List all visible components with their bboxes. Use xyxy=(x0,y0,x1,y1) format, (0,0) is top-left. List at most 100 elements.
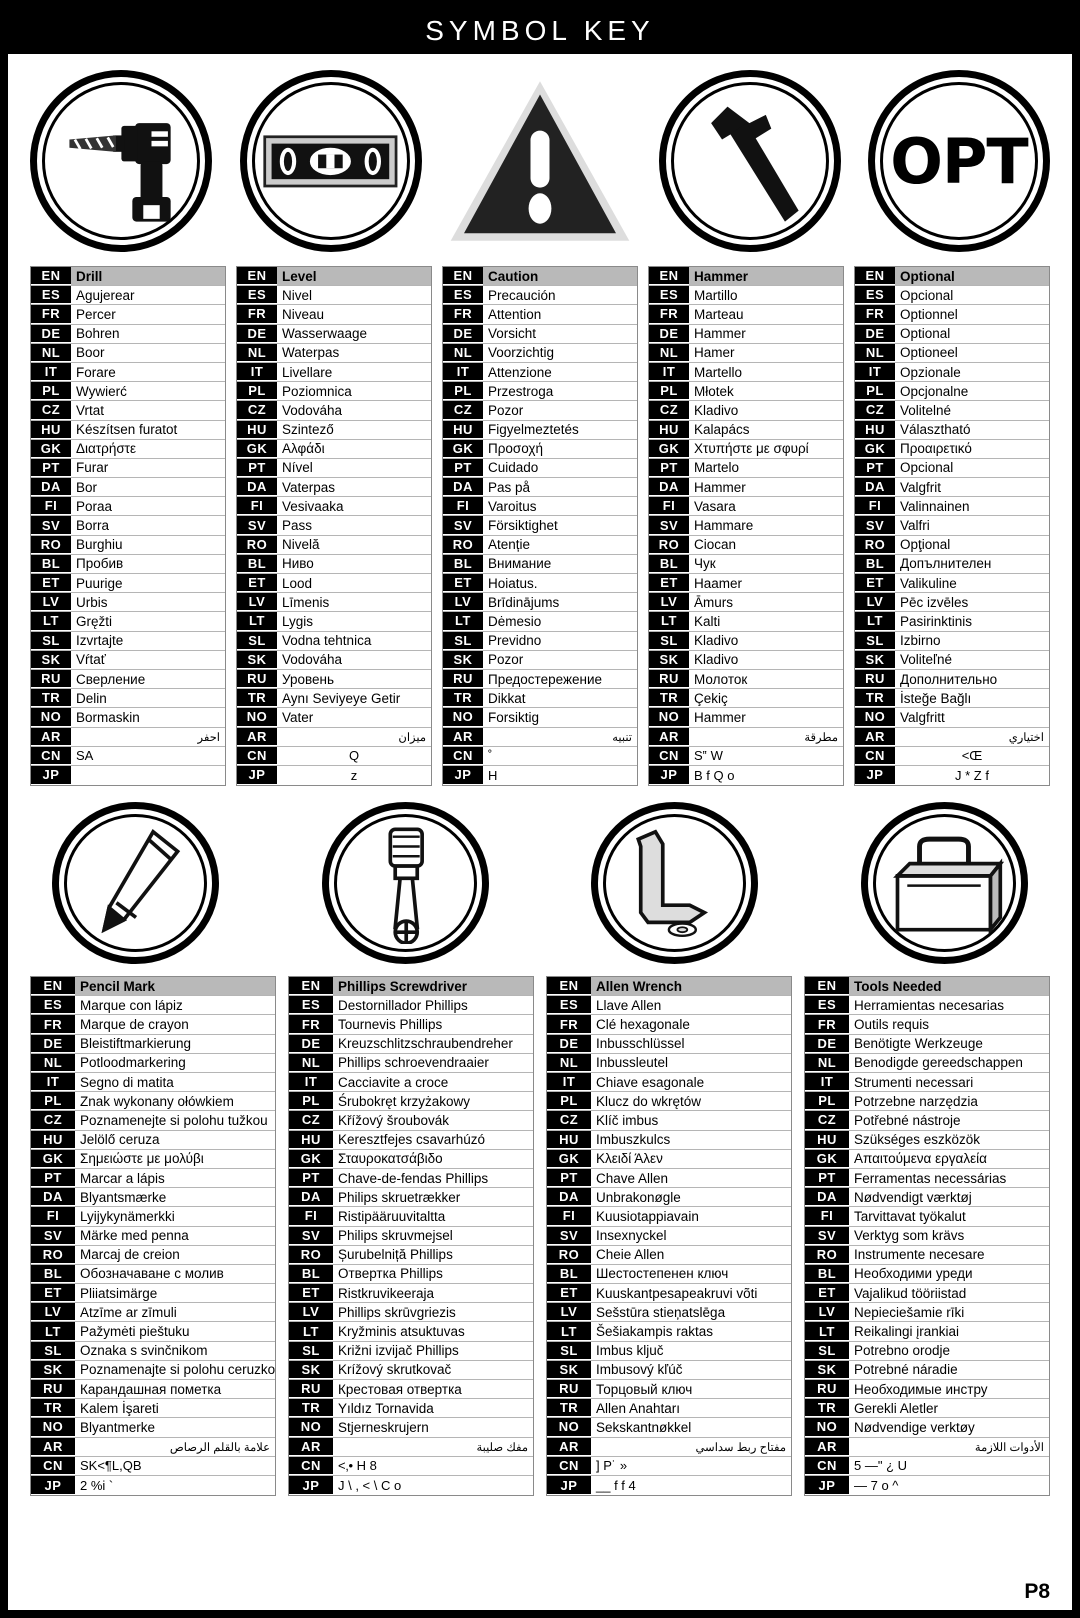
lang-term: Opţional xyxy=(900,537,951,553)
lang-term: Poznamenajte si polohu ceruzkou xyxy=(80,1362,275,1378)
lang-term: SK<¶L,QB xyxy=(80,1458,142,1474)
lang-code: FI xyxy=(805,1207,849,1226)
lang-code: NL xyxy=(31,1053,75,1072)
lang-code: PL xyxy=(547,1092,591,1111)
table-row: GK Διατρήστε xyxy=(31,439,225,459)
lang-code: SK xyxy=(289,1360,333,1379)
lang-term: Przestroga xyxy=(488,383,554,399)
table-row: LV Pēc izvēles xyxy=(855,593,1049,613)
lang-code: HU xyxy=(547,1130,591,1149)
lang-code: GK xyxy=(649,439,689,458)
lang-code: SK xyxy=(805,1360,849,1379)
table-row: ES Agujerear xyxy=(31,286,225,306)
lang-term: Ferramentas necessárias xyxy=(854,1170,1007,1186)
lang-code: IT xyxy=(237,362,277,382)
table-row: BL Чук xyxy=(649,554,843,574)
lang-code: FR xyxy=(31,305,71,324)
lang-term: Карандашная пометка xyxy=(80,1381,222,1397)
table-row: CZ Kladivo xyxy=(649,401,843,421)
table-row: GK Σταυροκατσάβιδο xyxy=(289,1149,533,1169)
lang-code: RU xyxy=(237,669,277,689)
lang-term: Șurubelniță Phillips xyxy=(338,1247,453,1263)
lang-term: Προαιρετικό xyxy=(900,441,972,457)
table-row: GK Κλειδί Άλεν xyxy=(547,1149,791,1169)
table-row: ES Llave Allen xyxy=(547,996,791,1016)
table-row: LT Dėmesio xyxy=(443,612,637,632)
lang-term: Hammare xyxy=(694,518,754,534)
lang-code: EN xyxy=(443,267,483,286)
table-row: TR Aynı Seviyeye Getir xyxy=(237,689,431,709)
lang-code: PL xyxy=(855,382,895,401)
lang-term: J * Z f xyxy=(955,767,989,783)
lang-term: Outils requis xyxy=(854,1017,930,1033)
lang-term: Ristkruvikeeraja xyxy=(338,1285,435,1301)
lang-code: SV xyxy=(289,1226,333,1245)
table-row: PT Chave Allen xyxy=(547,1168,791,1189)
lang-code: TR xyxy=(443,689,483,708)
table-row: SK Potrebné náradie xyxy=(805,1360,1049,1380)
table-row: JP J * Z f xyxy=(855,765,1049,786)
lang-term: Previdno xyxy=(488,633,542,649)
table-row: SV Insexnyckel xyxy=(547,1226,791,1246)
lang-term: Delin xyxy=(76,690,107,706)
table-row: EN Pencil Mark xyxy=(31,977,275,997)
table-row: IT Opzionale xyxy=(855,362,1049,383)
lang-code: NL xyxy=(31,343,71,362)
lang-term: Bohren xyxy=(76,326,120,342)
lang-code: FI xyxy=(855,497,895,516)
lang-term: Необходими уреди xyxy=(854,1266,973,1282)
table-row: IT Cacciavite a croce xyxy=(289,1073,533,1093)
lang-term: Inbusschlüssel xyxy=(596,1036,685,1052)
lang-term: مطرقة xyxy=(804,731,838,744)
table-row: ES Marque con lápiz xyxy=(31,996,275,1016)
lang-term: Potrebné náradie xyxy=(854,1362,958,1378)
lang-code: SK xyxy=(237,650,277,669)
lang-term: Pass xyxy=(282,518,313,534)
lang-code: NO xyxy=(547,1418,591,1437)
lang-term: Tarvittavat työkalut xyxy=(854,1208,966,1224)
lang-code: CZ xyxy=(31,1111,75,1130)
table-row: IT Attenzione xyxy=(443,362,637,383)
lang-code: DE xyxy=(855,324,895,343)
lang-term: Ciocan xyxy=(694,537,737,553)
table-row: LT Kryžminis atsuktuvas xyxy=(289,1322,533,1342)
lang-term: Försiktighet xyxy=(488,518,558,534)
lang-term: Forsiktig xyxy=(488,709,540,725)
lang-term: Caution xyxy=(483,267,637,286)
table-row: ET Kuuskantpesapeakruvi võti xyxy=(547,1284,791,1304)
table-row: RU Предостережение xyxy=(443,669,637,690)
lang-term: Wywierć xyxy=(76,383,127,399)
drill-icon xyxy=(53,93,190,230)
table-row: CZ Volitelné xyxy=(855,401,1049,421)
lang-code: DE xyxy=(649,324,689,343)
table-row: AR علامة بالقلم الرصاص xyxy=(31,1437,275,1457)
lang-term: Atenție xyxy=(488,537,531,553)
lang-term: Křížový šroubovák xyxy=(338,1112,450,1128)
lang-code: RO xyxy=(855,535,895,554)
lang-code: LT xyxy=(237,612,277,631)
lang-term: Yıldız Tornavida xyxy=(338,1400,434,1416)
table-row: BL Внимание xyxy=(443,554,637,574)
lang-code: PL xyxy=(649,382,689,401)
tables-row-top: EN Drill ES Agujerear FR Percer DE Bohren NL… xyxy=(8,266,1072,787)
table-row: RU Карандашная пометка xyxy=(31,1380,275,1400)
table-row: TR Gerekli Aletler xyxy=(805,1399,1049,1419)
lang-code: GK xyxy=(443,439,483,458)
lang-term: Молоток xyxy=(694,671,748,687)
lang-term: Potřebné nástroje xyxy=(854,1112,961,1128)
lang-code: DA xyxy=(649,478,689,497)
table-row: GK Απαιτούμενα εργαλεία xyxy=(805,1149,1049,1169)
table-row: DE Wasserwaage xyxy=(237,324,431,344)
lang-term: Keresztfejes csavarhúzó xyxy=(338,1132,486,1148)
lang-code: LV xyxy=(649,593,689,612)
lang-term: Vater xyxy=(282,709,314,725)
lang-code: EN xyxy=(237,267,277,286)
lang-term: Opzionale xyxy=(900,364,961,380)
lang-term: Urbis xyxy=(76,594,108,610)
lang-code: ES xyxy=(855,286,895,305)
lang-code: PL xyxy=(443,382,483,401)
table-row: DA Vaterpas xyxy=(237,478,431,498)
lang-code: SL xyxy=(443,631,483,650)
lang-term: Attention xyxy=(488,306,542,322)
table-row: TR Çekiç xyxy=(649,689,843,709)
